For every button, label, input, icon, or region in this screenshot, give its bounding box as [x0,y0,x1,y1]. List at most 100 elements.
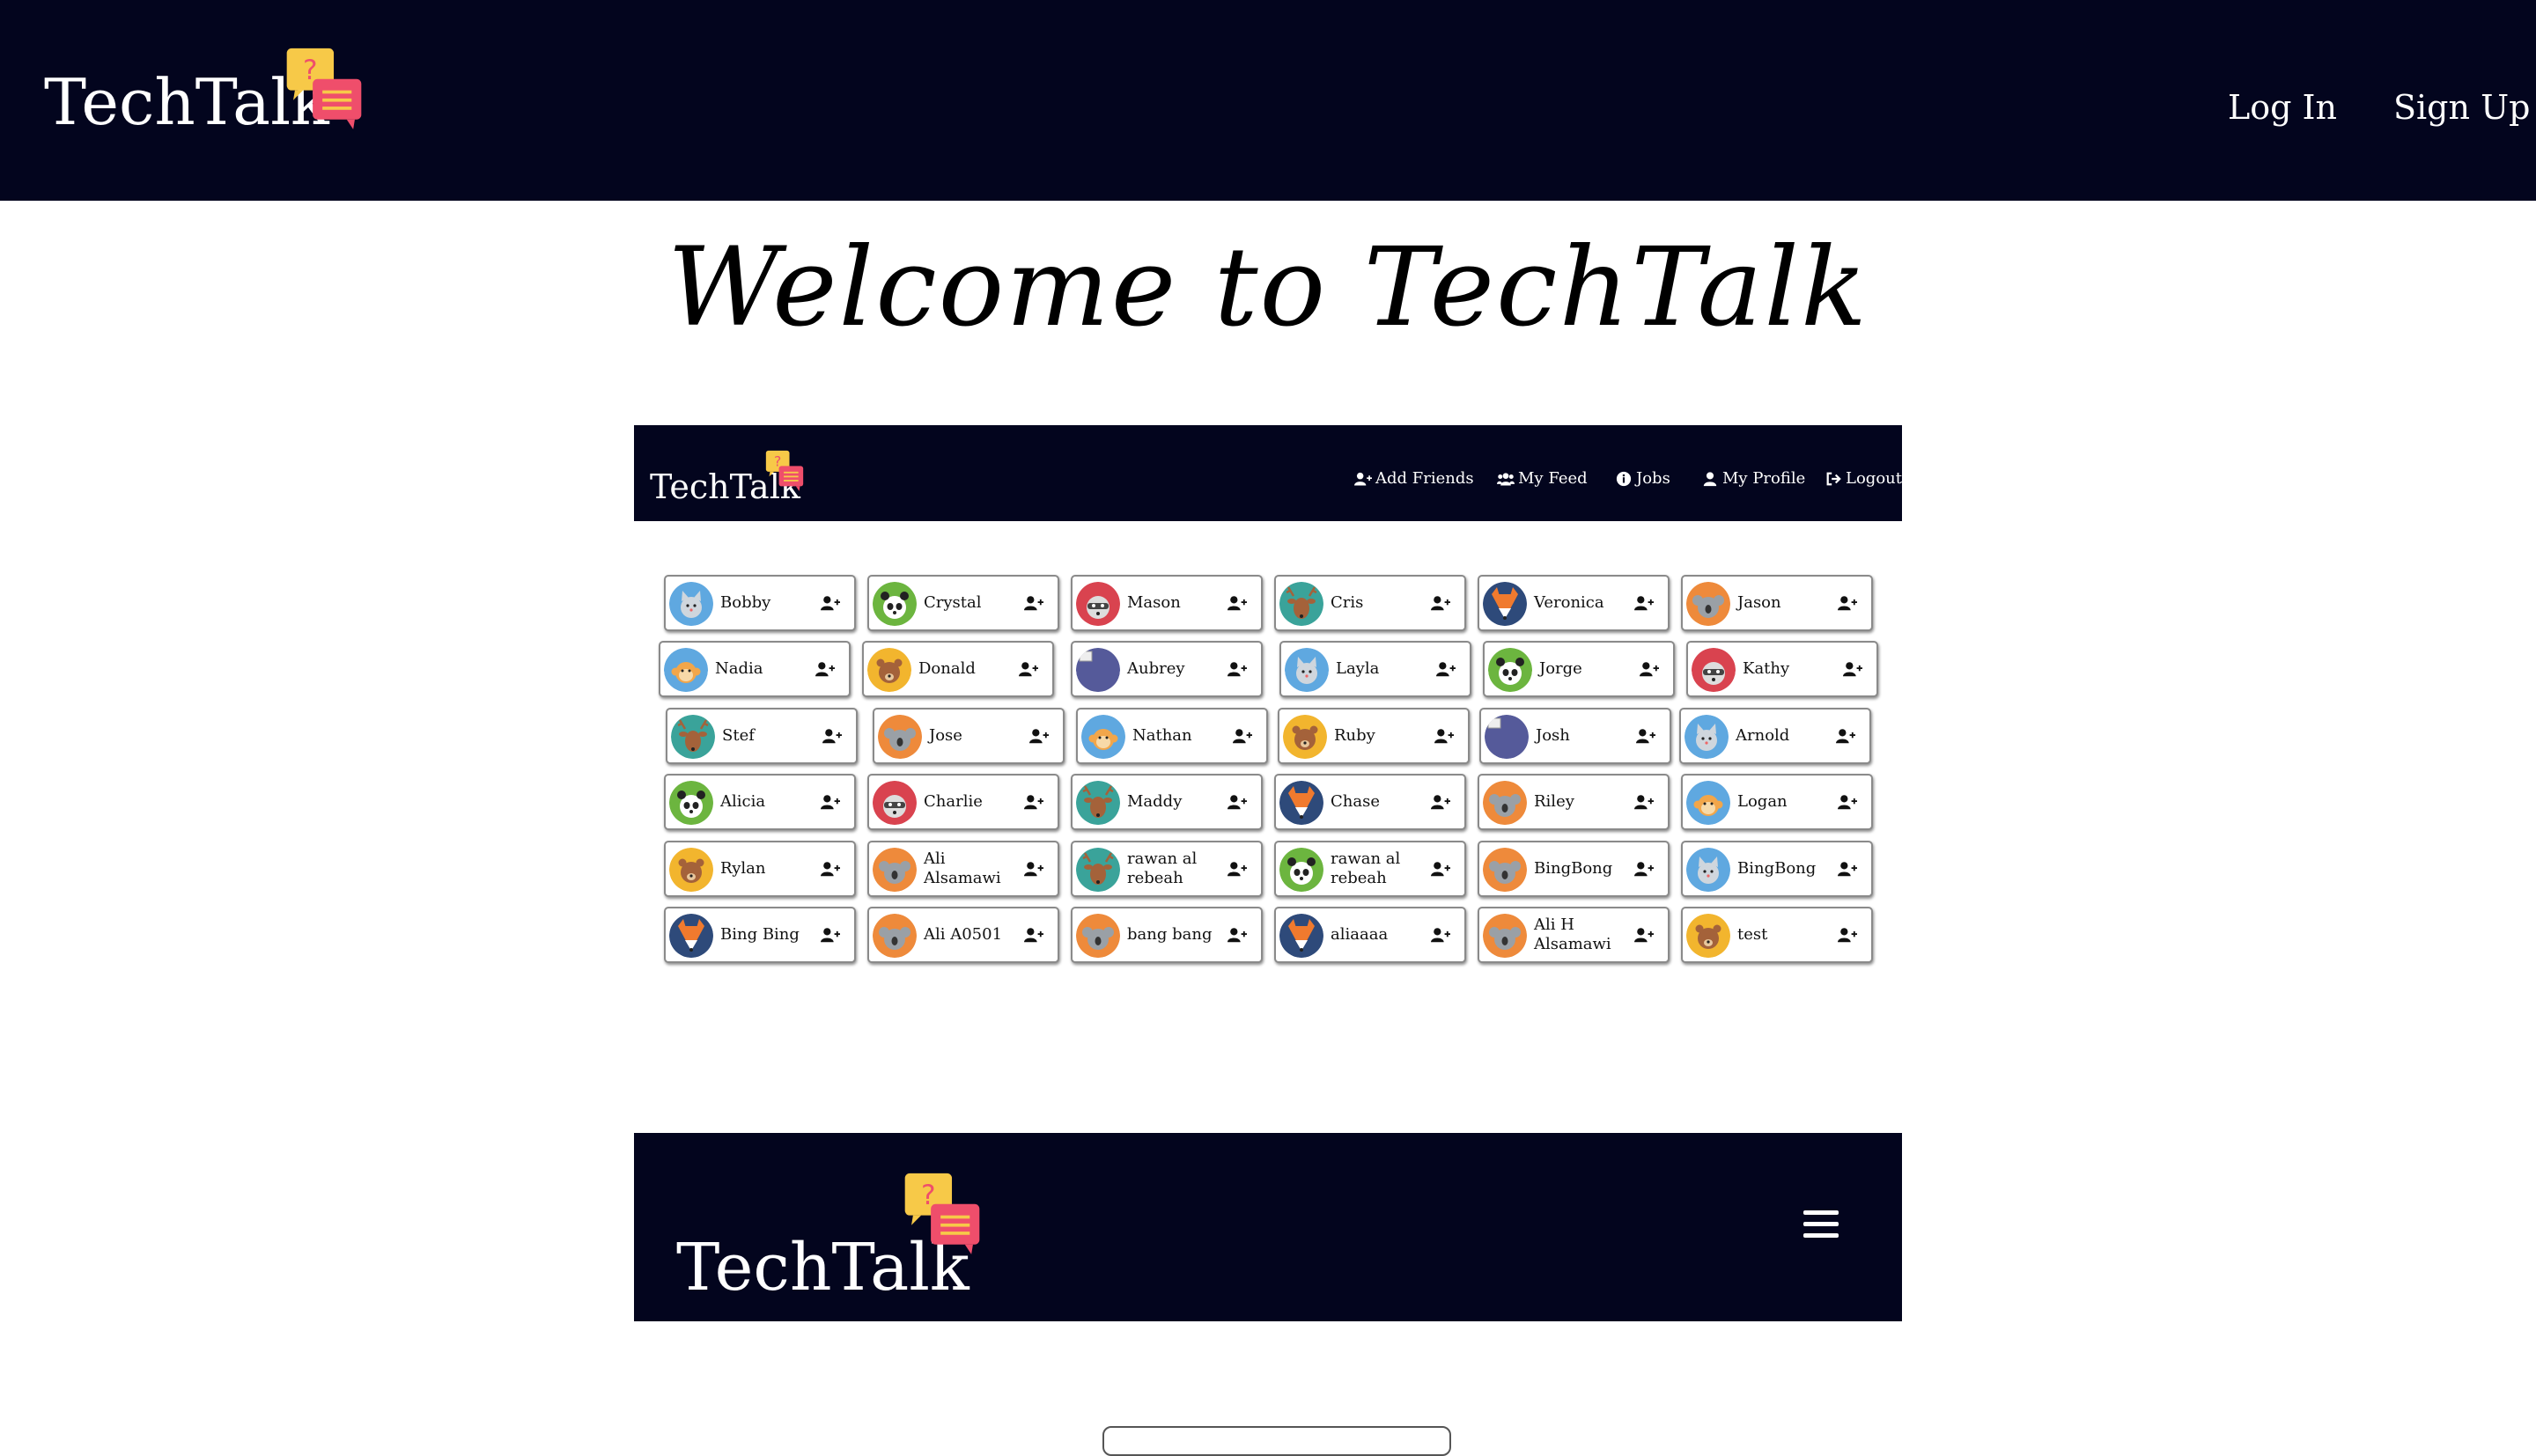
add-friend-icon[interactable] [1024,860,1043,878]
add-friend-icon[interactable] [1024,926,1043,944]
koala-avatar-icon [1483,914,1527,958]
koala-avatar-icon [1483,781,1527,825]
add-friend-icon[interactable] [1233,727,1252,745]
user-card[interactable]: Jose [873,708,1065,764]
nav-label: My Profile [1722,469,1806,488]
user-card[interactable]: Crystal [867,575,1059,631]
partial-card [1102,1426,1451,1456]
user-name: Alicia [720,792,766,811]
add-friend-icon[interactable] [1227,660,1247,678]
user-card[interactable]: Ali A0501 [867,907,1059,963]
user-card[interactable]: BingBong [1681,841,1873,897]
add-friend-icon[interactable] [1431,793,1450,811]
user-card[interactable]: Aubrey [1071,641,1263,697]
user-card[interactable]: BingBong [1478,841,1670,897]
add-friend-icon[interactable] [1227,793,1247,811]
add-friend-icon[interactable] [1227,926,1247,944]
login-link[interactable]: Log In [2228,88,2337,127]
user-card[interactable]: Alicia [664,774,856,830]
add-friend-icon[interactable] [1634,860,1654,878]
add-friend-icon[interactable] [1227,594,1247,612]
user-card[interactable]: bang bang [1071,907,1263,963]
user-card[interactable]: Bing Bing [664,907,856,963]
add-friend-icon[interactable] [822,727,842,745]
add-friend-icon[interactable] [1836,727,1855,745]
user-card[interactable]: Stef [666,708,858,764]
user-card[interactable]: rawan al rebeah [1071,841,1263,897]
brand-logo[interactable]: TechTalk ? [44,35,379,141]
user-name: Chase [1331,792,1380,811]
user-name: Ruby [1334,726,1375,745]
nav-logout[interactable]: Logout [1825,469,1902,488]
nav-my-profile[interactable]: My Profile [1701,469,1805,488]
add-friend-icon[interactable] [1838,860,1857,878]
user-card[interactable]: Nadia [659,641,851,697]
add-friend-icon[interactable] [1431,594,1450,612]
add-friend-icon[interactable] [1436,660,1456,678]
deer-avatar-icon [1076,781,1120,825]
add-friend-icon[interactable] [821,860,840,878]
add-friend-icon[interactable] [1029,727,1049,745]
user-card[interactable]: Riley [1478,774,1670,830]
add-friend-icon[interactable] [1431,926,1450,944]
add-friend-icon[interactable] [1024,594,1043,612]
user-card[interactable]: Donald [862,641,1054,697]
user-card[interactable]: Ruby [1278,708,1470,764]
user-card[interactable]: Veronica [1478,575,1670,631]
user-card[interactable]: Kathy [1686,641,1878,697]
add-friend-icon[interactable] [815,660,835,678]
user-card[interactable]: Rylan [664,841,856,897]
add-friend-icon[interactable] [1636,727,1655,745]
user-card[interactable]: Bobby [664,575,856,631]
add-friend-icon[interactable] [1843,660,1862,678]
nav-my-feed[interactable]: My Feed [1497,469,1588,488]
user-card[interactable]: Arnold [1679,708,1871,764]
preview-brand: TechTalk ? [650,445,826,506]
add-friend-icon[interactable] [1634,926,1654,944]
user-name: Aubrey [1127,659,1185,678]
user-card[interactable]: rawan al rebeah [1274,841,1466,897]
koala-avatar-icon [873,848,917,892]
user-name: Donald [918,659,976,678]
add-friend-icon[interactable] [821,594,840,612]
user-card[interactable]: Mason [1071,575,1263,631]
user-card[interactable]: Charlie [867,774,1059,830]
add-friend-icon[interactable] [1640,660,1659,678]
nav-jobs[interactable]: Jobs [1615,469,1670,488]
broken-avatar-image [1485,715,1529,759]
user-card[interactable]: Ali H Alsamawi [1478,907,1670,963]
user-card[interactable]: aliaaaa [1274,907,1466,963]
user-name: Rylan [720,859,766,878]
user-card[interactable]: Layla [1279,641,1471,697]
user-card[interactable]: Nathan [1076,708,1268,764]
koala-avatar-icon [1483,848,1527,892]
signup-link[interactable]: Sign Up [2393,88,2530,127]
user-card[interactable]: Logan [1681,774,1873,830]
user-card[interactable]: Jason [1681,575,1873,631]
add-friend-icon[interactable] [1838,926,1857,944]
user-name: Bing Bing [720,925,800,944]
add-friend-icon[interactable] [1434,727,1454,745]
add-friend-icon[interactable] [1838,594,1857,612]
add-friend-icon[interactable] [1431,860,1450,878]
add-friend-icon[interactable] [1227,860,1247,878]
user-card[interactable]: Maddy [1071,774,1263,830]
add-friend-icon[interactable] [821,793,840,811]
hamburger-icon[interactable] [1803,1210,1839,1240]
user-card[interactable]: Chase [1274,774,1466,830]
user-name: BingBong [1534,859,1613,878]
user-card[interactable]: Jorge [1483,641,1675,697]
user-card[interactable]: Ali Alsamawi [867,841,1059,897]
add-friend-icon[interactable] [1838,793,1857,811]
nav-add-friends[interactable]: Add Friends [1354,469,1474,488]
user-card[interactable]: test [1681,907,1873,963]
user-card[interactable]: Josh [1479,708,1671,764]
chat-bubbles-icon: ? [765,450,804,491]
user-card[interactable]: Cris [1274,575,1466,631]
add-friend-icon[interactable] [821,926,840,944]
nav-label: My Feed [1518,469,1588,488]
add-friend-icon[interactable] [1024,793,1043,811]
add-friend-icon[interactable] [1634,594,1654,612]
add-friend-icon[interactable] [1019,660,1038,678]
add-friend-icon[interactable] [1634,793,1654,811]
